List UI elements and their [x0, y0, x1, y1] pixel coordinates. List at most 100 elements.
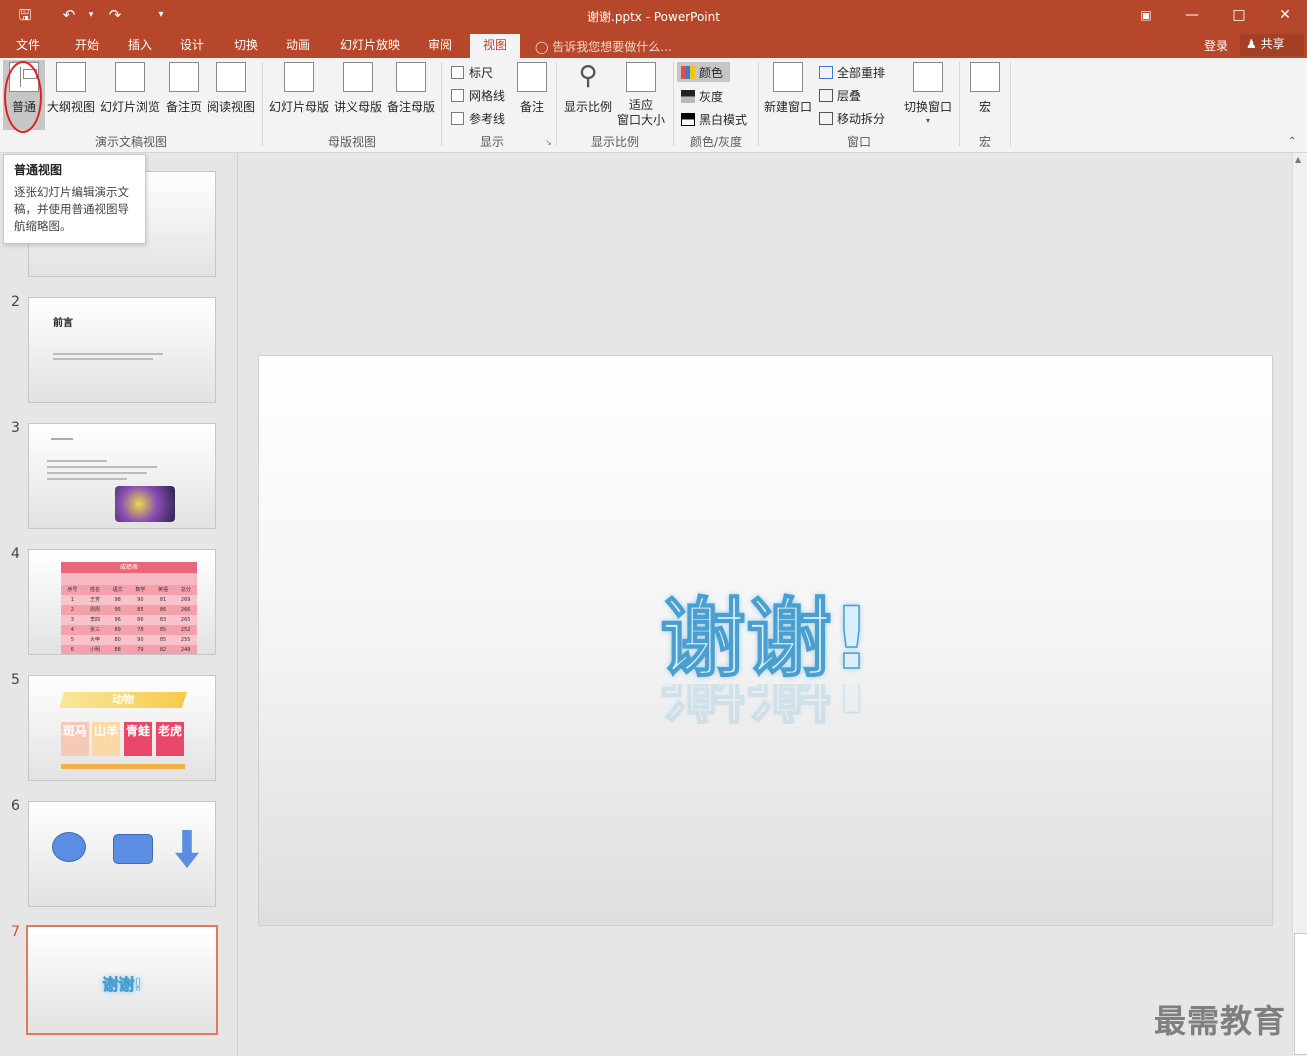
- thumb-table-cell: 王芳: [90, 597, 101, 603]
- thumb-table-cell: 249: [180, 647, 191, 653]
- macros-button[interactable]: 宏: [966, 62, 1004, 115]
- tell-me-box[interactable]: ◯ 告诉我您想要做什么...: [535, 38, 672, 55]
- thumb-table-cell: 269: [180, 597, 191, 603]
- slide-number: 2: [11, 294, 20, 310]
- outline-view-label: 大纲视图: [46, 100, 95, 114]
- notes-icon: [517, 62, 547, 92]
- thumb-table-cell: 序号: [67, 587, 78, 593]
- thumb-table-row: 4 张三 89 78 85 252: [61, 625, 197, 635]
- reading-view-button[interactable]: 阅读视图: [206, 62, 256, 115]
- slide-number: 7: [11, 924, 20, 940]
- slide-thumbnail-7-selected[interactable]: 谢谢!: [26, 925, 218, 1035]
- slide-sorter-button[interactable]: 幻灯片浏览: [100, 62, 160, 115]
- thumb-table-cell: 1: [70, 597, 74, 603]
- grayscale-label: 灰度: [699, 90, 724, 104]
- tab-home[interactable]: 开始: [66, 36, 108, 58]
- collapse-ribbon-icon[interactable]: ⌃: [1288, 136, 1296, 147]
- tab-animations[interactable]: 动画: [278, 36, 318, 58]
- thumb-table-cell: 大甲: [90, 637, 101, 643]
- cascade-button[interactable]: 层叠: [819, 87, 861, 104]
- close-icon[interactable]: ✕: [1270, 4, 1300, 26]
- fit-label-2: 窗口大小: [616, 113, 665, 127]
- main-slide[interactable]: 谢谢! 谢谢!: [258, 355, 1273, 926]
- thumb-table-cell: 85: [137, 607, 144, 613]
- slide-master-button[interactable]: 幻灯片母版: [268, 62, 330, 115]
- thumb-table-cell: 86: [137, 617, 144, 623]
- reading-view-icon: [216, 62, 246, 92]
- thumb-animal-title: 动物: [59, 692, 187, 708]
- login-link[interactable]: 登录: [1204, 37, 1228, 54]
- vertical-scrollbar[interactable]: ▲: [1292, 153, 1307, 1056]
- thumb-table-cell: 小明: [90, 647, 101, 653]
- minimize-icon[interactable]: —: [1177, 4, 1207, 26]
- tab-slideshow[interactable]: 幻灯片放映: [334, 36, 406, 58]
- slide-sorter-icon: [115, 62, 145, 92]
- slide-number: 3: [11, 420, 20, 436]
- guides-label: 参考线: [469, 112, 506, 126]
- slide-thumbnail-3[interactable]: [28, 423, 216, 529]
- thumb-table-cell: 90: [137, 597, 144, 603]
- thumb-table-cell: 266: [180, 607, 191, 613]
- normal-view-tooltip: 普通视图 逐张幻灯片编辑演示文稿，并使用普通视图导航缩略图。: [3, 154, 146, 244]
- black-white-button[interactable]: 黑白模式: [681, 111, 747, 128]
- tab-insert[interactable]: 插入: [120, 36, 160, 58]
- ribbon-display-options-icon[interactable]: ▣: [1131, 4, 1161, 26]
- outline-view-button[interactable]: 大纲视图: [46, 62, 96, 115]
- fit-to-window-button[interactable]: 适应 窗口大小: [616, 62, 666, 128]
- ruler-checkbox[interactable]: 标尺: [451, 64, 493, 81]
- notes-button[interactable]: 备注: [512, 62, 552, 115]
- thumb-table-cell: 5: [70, 637, 74, 643]
- slide-thumbnail-5[interactable]: 动物 斑马 山羊 青蛙 老虎: [28, 675, 216, 781]
- share-button[interactable]: ♟ 共享: [1240, 34, 1304, 56]
- thumb-table-cell: 姓名: [90, 587, 101, 593]
- tab-view[interactable]: 视图: [470, 34, 520, 58]
- slide-thumbnail-6[interactable]: [28, 801, 216, 907]
- switch-windows-button[interactable]: 切换窗口 ▾: [902, 62, 954, 125]
- thumb-table-cell: 88: [114, 647, 121, 653]
- thumb-table-cell: 82: [159, 647, 167, 653]
- arrange-all-label: 全部重排: [837, 66, 886, 80]
- group-color: 颜色/灰度: [689, 135, 743, 149]
- notes-page-button[interactable]: 备注页: [164, 62, 204, 115]
- slide-thumbnail-2[interactable]: 前言: [28, 297, 216, 403]
- tab-review[interactable]: 审阅: [420, 36, 460, 58]
- slide-thumbnail-4[interactable]: 成绩表 序号 姓名 语文 数学 英语 总分 1 王芳 98 90 81 269 2 周周 95 85 86 266…: [28, 549, 216, 655]
- grayscale-button[interactable]: 灰度: [681, 88, 723, 105]
- slide-thumbnails-pane[interactable]: 2 前言 3 4 成绩表 序号 姓名 语文 数学 英语 总分 1 王芳 98 90 81 269 2 周周…: [0, 153, 238, 1056]
- thumb-table-cell: 79: [137, 647, 144, 653]
- thumb-table-cell: 3: [70, 617, 74, 623]
- tab-file[interactable]: 文件: [8, 36, 48, 58]
- move-split-button[interactable]: 移动拆分: [819, 110, 885, 127]
- arrange-all-icon: [819, 66, 833, 79]
- handout-master-label: 讲义母版: [333, 100, 382, 114]
- thumb-table-cell: 96: [114, 617, 121, 623]
- thanks-wordart[interactable]: 谢谢!: [259, 593, 1272, 685]
- thumb-table-cell: 85: [159, 627, 167, 633]
- cascade-label: 层叠: [837, 89, 862, 103]
- notes-master-label: 备注母版: [386, 100, 435, 114]
- scroll-up-icon[interactable]: ▲: [1295, 155, 1301, 164]
- thumb-table-cell: 语文: [112, 587, 123, 593]
- color-button[interactable]: 颜色: [681, 64, 723, 81]
- watermark: 最需教育: [1154, 1002, 1287, 1040]
- maximize-icon[interactable]: □: [1224, 4, 1254, 26]
- handout-master-button[interactable]: 讲义母版: [333, 62, 383, 115]
- thumb-table-cell: 95: [114, 607, 121, 613]
- scrollbar-thumb[interactable]: [1294, 933, 1307, 1055]
- guides-checkbox[interactable]: 参考线: [451, 110, 505, 127]
- notes-master-button[interactable]: 备注母版: [386, 62, 436, 115]
- thumb-table-row: 1 王芳 98 90 81 269: [61, 595, 197, 605]
- tab-transitions[interactable]: 切换: [226, 36, 266, 58]
- thumb-table-row: 2 周周 95 85 86 266: [61, 605, 197, 615]
- thumb-tile: 老虎: [156, 722, 184, 756]
- group-master-views: 母版视图: [327, 135, 376, 149]
- switch-windows-icon: [913, 62, 943, 92]
- gridlines-checkbox[interactable]: 网格线: [451, 87, 505, 104]
- arrange-all-button[interactable]: 全部重排: [819, 64, 885, 81]
- thumb-table-row: 3 李四 96 86 83 265: [61, 615, 197, 625]
- tab-design[interactable]: 设计: [172, 36, 212, 58]
- dialog-launcher-icon[interactable]: ↘: [545, 138, 552, 147]
- zoom-button[interactable]: ⚲ 显示比例: [562, 62, 614, 115]
- group-macros: 宏: [978, 135, 991, 149]
- new-window-button[interactable]: 新建窗口: [762, 62, 814, 115]
